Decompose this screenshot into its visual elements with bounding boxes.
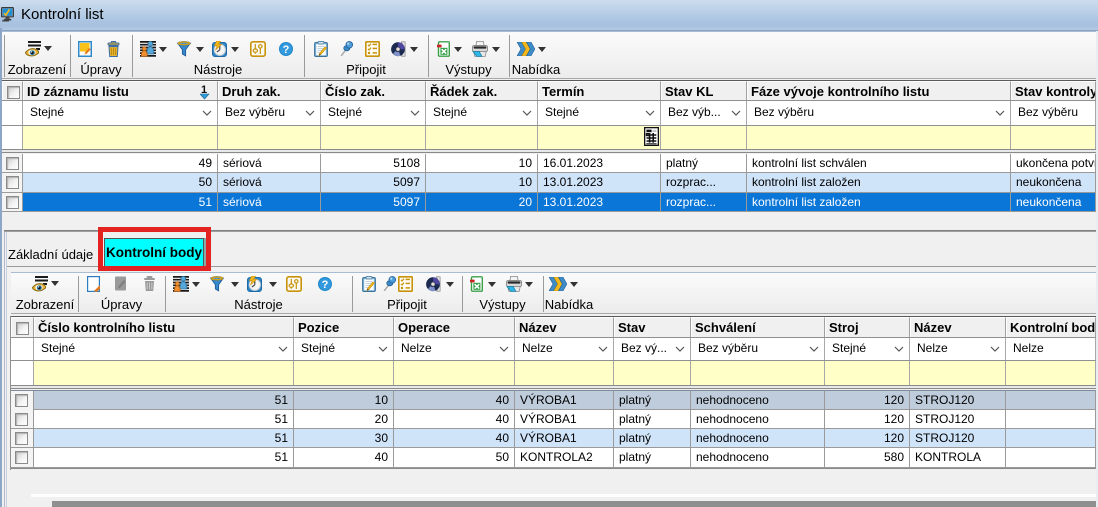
- svg-text:?: ?: [322, 279, 329, 291]
- svg-text:?: ?: [283, 44, 290, 56]
